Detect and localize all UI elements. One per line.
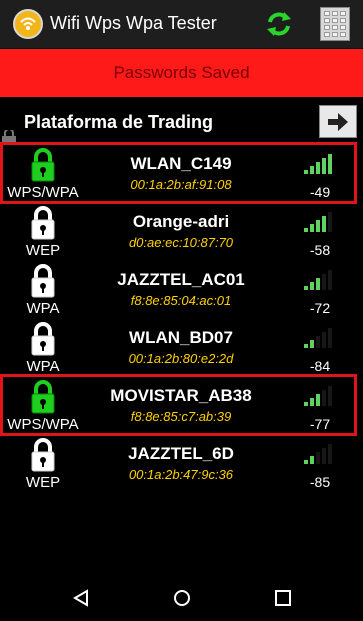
signal-strength-icon <box>304 152 338 174</box>
recents-icon[interactable] <box>274 589 292 607</box>
network-row[interactable]: WPS/WPA WLAN_C149 00:1a:2b:af:91:08 -49 <box>0 142 363 204</box>
signal-strength-icon <box>304 326 338 348</box>
security-type: WPA <box>26 300 60 317</box>
app-title: Wifi Wps Wpa Tester <box>50 13 217 33</box>
signal-strength-icon <box>304 384 338 406</box>
network-row[interactable]: WEP Orange-adri d0:ae:ec:10:87:70 -58 <box>0 200 363 259</box>
lock-icon <box>31 322 55 356</box>
signal-rssi: -72 <box>309 300 331 316</box>
security-type: WEP <box>25 242 61 259</box>
signal-rssi: -85 <box>309 474 331 490</box>
security-type: WPA <box>26 358 60 375</box>
back-icon[interactable] <box>72 589 90 607</box>
network-ssid: JAZZTEL_AC01 <box>117 270 245 289</box>
network-row[interactable]: WPS/WPA MOVISTAR_AB38 f8:8e:85:c7:ab:39 -77 <box>0 374 363 436</box>
network-row[interactable]: WPA JAZZTEL_AC01 f8:8e:85:04:ac:01 -72 <box>0 258 363 317</box>
network-ssid: WLAN_C149 <box>130 154 232 173</box>
security-type: WPS/WPA <box>7 184 79 201</box>
signal-rssi: -49 <box>309 184 331 200</box>
wifi-logo-icon <box>13 9 43 39</box>
network-ssid: MOVISTAR_AB38 <box>110 386 252 405</box>
section-header: Plataforma de Trading <box>0 100 363 142</box>
refresh-icon <box>267 12 291 36</box>
lock-icon <box>31 148 55 182</box>
signal-rssi: -58 <box>309 242 331 258</box>
network-row[interactable]: WPA WLAN_BD07 00:1a:2b:80:e2:2d -84 <box>0 316 363 375</box>
network-bssid: 00:1a:2b:80:e2:2d <box>128 351 234 366</box>
app-bar: Wifi Wps Wpa Tester <box>0 0 363 48</box>
network-bssid: 00:1a:2b:af:91:08 <box>130 177 232 192</box>
signal-rssi: -77 <box>309 416 331 432</box>
lock-icon <box>31 206 55 240</box>
lock-icon <box>31 380 55 414</box>
network-ssid: JAZZTEL_6D <box>128 444 234 463</box>
network-bssid: d0:ae:ec:10:87:70 <box>128 235 234 250</box>
signal-rssi: -84 <box>309 358 331 374</box>
signal-strength-icon <box>304 210 338 232</box>
network-bssid: f8:8e:85:04:ac:01 <box>130 293 232 308</box>
banner-text: Passwords Saved <box>113 63 250 82</box>
arrow-right-icon <box>328 113 348 131</box>
security-type: WPS/WPA <box>7 416 79 433</box>
network-ssid: Orange-adri <box>132 212 230 231</box>
network-row[interactable]: WEP JAZZTEL_6D 00:1a:2b:47:9c:36 -85 <box>0 432 363 491</box>
home-icon[interactable] <box>173 589 191 607</box>
next-button[interactable] <box>319 105 357 138</box>
refresh-button[interactable] <box>264 10 294 38</box>
lock-icon <box>31 438 55 472</box>
signal-strength-icon <box>304 268 338 290</box>
network-bssid: 00:1a:2b:47:9c:36 <box>128 467 234 482</box>
signal-strength-icon <box>304 442 338 464</box>
grid-menu-button[interactable] <box>320 7 350 41</box>
section-title: Plataforma de Trading <box>24 112 214 132</box>
network-ssid: WLAN_BD07 <box>129 328 233 347</box>
system-nav-bar <box>0 573 363 621</box>
lock-icon <box>31 264 55 298</box>
security-type: WEP <box>25 474 61 491</box>
passwords-saved-banner[interactable]: Passwords Saved <box>0 49 363 97</box>
network-bssid: f8:8e:85:c7:ab:39 <box>130 409 232 424</box>
